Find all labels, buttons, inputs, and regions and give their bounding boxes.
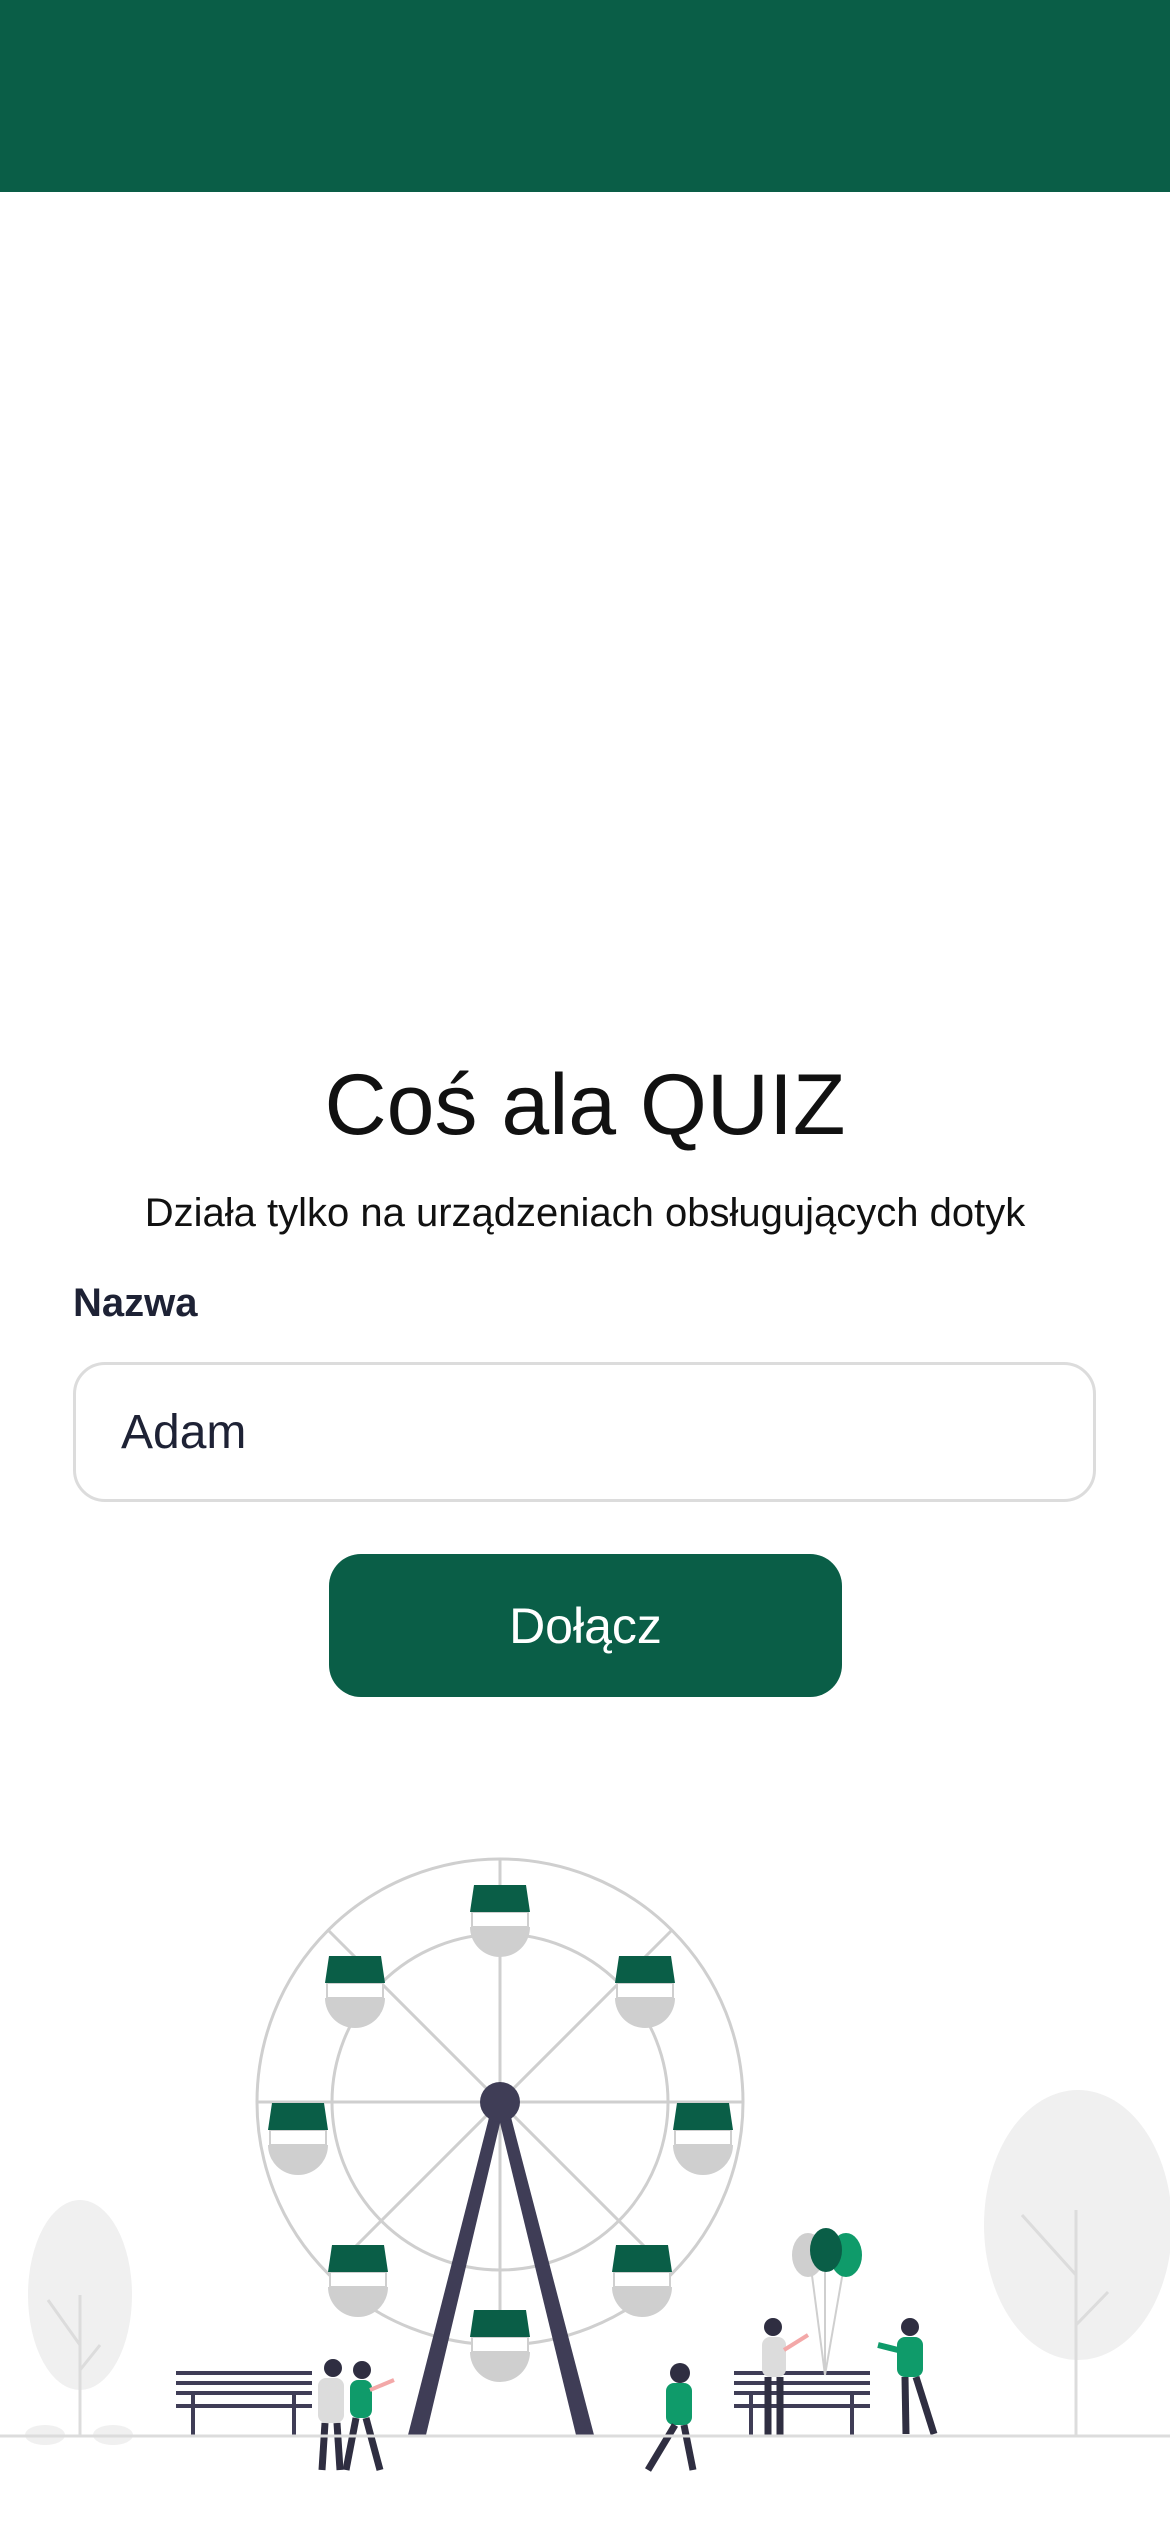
join-button[interactable]: Dołącz — [329, 1554, 842, 1697]
top-app-bar — [0, 0, 1170, 192]
name-field-label: Nazwa — [73, 1281, 198, 1325]
gondola — [470, 1885, 530, 1957]
ferris-wheel — [255, 1857, 745, 2435]
page-title: Coś ala QUIZ — [324, 1057, 846, 1153]
gondola — [328, 2245, 388, 2317]
gondola — [673, 2103, 733, 2175]
balloons — [792, 2228, 862, 2376]
name-input[interactable] — [73, 1362, 1096, 1502]
ferris-wheel-illustration — [0, 1857, 1170, 2472]
gondola — [470, 2310, 530, 2382]
gondola — [268, 2103, 328, 2175]
gondola — [612, 2245, 672, 2317]
touch-only-notice: Działa tylko na urządzeniach obsługujący… — [144, 1191, 1026, 1235]
gondola — [615, 1956, 675, 2028]
gondola — [325, 1956, 385, 2028]
